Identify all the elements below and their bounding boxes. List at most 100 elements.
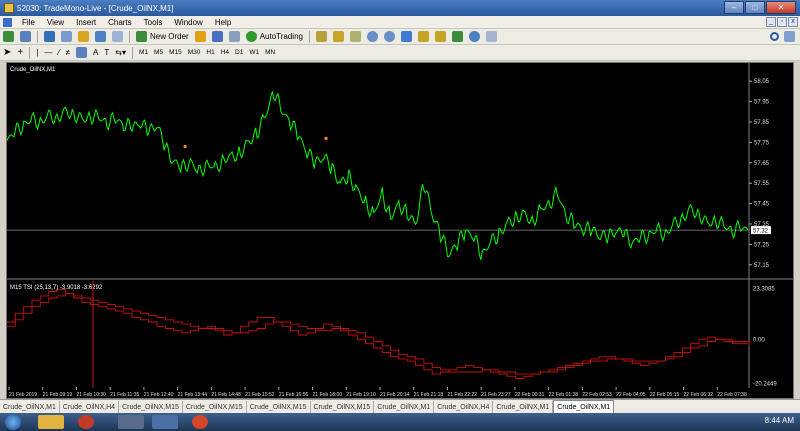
profiles-icon (20, 31, 31, 42)
browser-icon[interactable] (78, 415, 94, 429)
chat-button[interactable] (782, 30, 797, 43)
market-watch-button[interactable] (42, 30, 57, 43)
navigator-icon (78, 31, 89, 42)
toolbar-separator (37, 30, 38, 43)
search-button[interactable] (768, 30, 781, 43)
chart-window[interactable]: 58.05 57.95 57.85 57.75 57.65 57.55 57.45 57.35… (6, 62, 794, 399)
signals-icon (211, 31, 223, 42)
start-icon[interactable] (5, 414, 21, 430)
label-button[interactable]: T (102, 46, 111, 59)
price-tick-label: 57.85 (754, 120, 770, 126)
terminal-app-icon[interactable] (152, 415, 178, 429)
child-restore-icon[interactable]: ▫ (777, 17, 787, 27)
templates-button[interactable] (484, 30, 499, 43)
candlestick-button[interactable] (331, 30, 346, 43)
autotrading-label: AutoTrading (259, 32, 303, 41)
menu-window[interactable]: Window (168, 18, 208, 27)
chrome-icon[interactable] (192, 415, 208, 429)
close-icon[interactable]: ✕ (766, 1, 796, 14)
timeframe-d1[interactable]: D1 (232, 49, 246, 56)
chart-tab[interactable]: Crude_OilNX,M15 (183, 401, 247, 413)
standard-toolbar: New Order AutoTrading (0, 29, 800, 45)
chart-tab[interactable]: Crude_OilNX,M15 (119, 401, 183, 413)
order-marker (324, 136, 328, 140)
fibonacci-button[interactable] (74, 46, 89, 59)
media-icon[interactable] (118, 415, 144, 429)
child-close-icon[interactable]: x (788, 17, 798, 27)
line-chart-button[interactable] (348, 30, 363, 43)
zoom-in-button[interactable] (365, 30, 380, 43)
data-window-button[interactable] (59, 30, 74, 43)
horizontal-line-button[interactable]: — (42, 46, 54, 59)
toolbar-separator (29, 46, 31, 59)
signals-button[interactable] (210, 30, 225, 43)
time-tick-label: 21 Feb 21:18 (414, 392, 444, 398)
menu-file[interactable]: File (16, 18, 41, 27)
chart-shift-button[interactable] (416, 30, 431, 43)
time-tick-label: 21 Feb 12:40 (144, 392, 174, 398)
time-tick-label: 21 Feb 16:56 (279, 392, 309, 398)
chart-canvas[interactable]: 58.0557.9557.8557.7557.6557.5557.4557.35… (7, 63, 793, 398)
chart-tab[interactable]: Crude_OilNX,H4 (60, 401, 120, 413)
cursor-button[interactable]: ➤ (1, 46, 13, 59)
new-chart-button[interactable] (1, 30, 16, 43)
timeframe-m5[interactable]: M5 (151, 49, 166, 56)
menu-charts[interactable]: Charts (102, 18, 138, 27)
tester-icon (112, 31, 123, 42)
menu-tools[interactable]: Tools (138, 18, 169, 27)
indicators-button[interactable] (450, 30, 465, 43)
bar-chart-button[interactable] (314, 30, 329, 43)
vertical-line-button[interactable]: | (34, 46, 40, 59)
chart-tab[interactable]: Crude_OilNX,M15 (311, 401, 375, 413)
timeframe-m30[interactable]: M30 (185, 49, 204, 56)
tester-button[interactable] (110, 30, 125, 43)
minimize-icon[interactable]: – (724, 1, 744, 14)
document-icon[interactable] (3, 17, 12, 27)
navigator-button[interactable] (76, 30, 91, 43)
profiles-button[interactable] (18, 30, 33, 43)
timeframe-h1[interactable]: H1 (203, 49, 217, 56)
price-tick-label: 58.05 (754, 79, 770, 85)
menu-view[interactable]: View (41, 18, 70, 27)
chart-tab[interactable]: Crude_OilNX,M1 (553, 400, 615, 413)
timeframe-m1[interactable]: M1 (136, 49, 151, 56)
time-tick-label: 21 Feb 11:35 (110, 392, 139, 398)
menu-insert[interactable]: Insert (70, 18, 102, 27)
current-price-label: 57.32 (753, 229, 769, 235)
time-tick-label: 21 Feb 20:14 (380, 392, 410, 398)
child-minimize-icon[interactable]: _ (766, 17, 776, 27)
trendline-icon: ⁄ (58, 48, 60, 57)
timeframe-h4[interactable]: H4 (218, 49, 232, 56)
taskbar: 8:44 AM (0, 413, 800, 431)
autoscroll-button[interactable] (433, 30, 448, 43)
chart-tab[interactable]: Crude_OilNX,H4 (434, 401, 494, 413)
timeframe-mn[interactable]: MN (262, 49, 278, 56)
menu-help[interactable]: Help (209, 18, 237, 27)
channel-button[interactable]: ≠ (64, 46, 72, 59)
chart-tab[interactable]: Crude_OilNX,M15 (247, 401, 311, 413)
tile-windows-button[interactable] (399, 30, 414, 43)
crosshair-button[interactable]: + (15, 46, 25, 59)
zoom-out-button[interactable] (382, 30, 397, 43)
market-button[interactable] (227, 30, 242, 43)
maximize-icon[interactable]: □ (745, 1, 765, 14)
explorer-icon[interactable] (38, 415, 64, 429)
periods-button[interactable] (467, 30, 482, 43)
time-tick-label: 22 Feb 04:05 (616, 392, 646, 398)
chart-tab[interactable]: Crude_OilNX,M1 (493, 401, 554, 413)
timeframe-m15[interactable]: M15 (166, 49, 185, 56)
chart-tab[interactable]: Crude_OilNX,M1 (374, 401, 435, 413)
time-tick-label: 22 Feb 07:38 (717, 392, 747, 398)
price-tick-label: 57.75 (754, 140, 770, 146)
trendline-button[interactable]: ⁄ (56, 46, 61, 59)
autotrading-button[interactable]: AutoTrading (244, 30, 305, 43)
chart-tab[interactable]: Crude_OilNX,M1 (0, 401, 60, 413)
text-button[interactable]: A (91, 46, 100, 59)
time-tick-label: 21 Feb 23:27 (481, 392, 511, 398)
terminal-button[interactable] (93, 30, 108, 43)
timeframe-w1[interactable]: W1 (246, 49, 262, 56)
metaeditor-button[interactable] (193, 30, 208, 43)
arrows-button[interactable]: ⇆▾ (113, 46, 128, 59)
window-title: 52030: TradeMono-Live - [Crude_OilNX,M1] (17, 3, 174, 13)
new-order-button[interactable]: New Order (134, 30, 191, 43)
